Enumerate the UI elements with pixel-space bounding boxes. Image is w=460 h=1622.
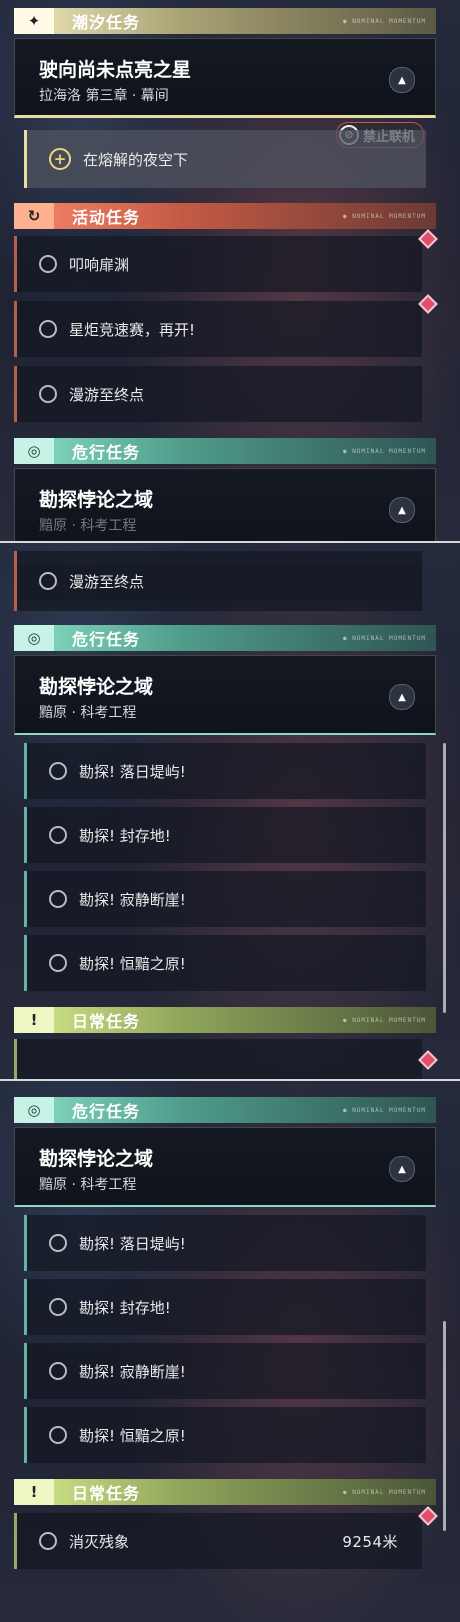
- activity-quest-row[interactable]: 漫游至终点: [14, 551, 422, 611]
- category-label: 危行任务: [72, 443, 141, 462]
- refresh-icon: ↻: [14, 203, 54, 229]
- category-tag: ● NOMINAL MOMENTUM: [342, 17, 426, 25]
- category-tag: ● NOMINAL MOMENTUM: [342, 1106, 426, 1114]
- quest-subtitle: 黯原 · 科考工程: [39, 705, 137, 721]
- quest-title: 驶向尚未点亮之星: [39, 59, 192, 81]
- danger-objective-row[interactable]: 勘探! 寂静断崖!: [24, 871, 426, 927]
- objective-label: 勘探! 落日堤屿!: [79, 762, 186, 781]
- category-tag: ● NOMINAL MOMENTUM: [342, 1016, 426, 1024]
- danger-quest-card[interactable]: 勘探悖论之域 黯原 · 科考工程 ▲: [14, 468, 436, 541]
- danger-objective-row[interactable]: 勘探! 恒黯之原!: [24, 935, 426, 991]
- objective-label: 勘探! 寂静断崖!: [79, 1362, 186, 1381]
- category-label: 日常任务: [72, 1012, 141, 1031]
- category-header-activity[interactable]: ↻ 活动任务 ● NOMINAL MOMENTUM: [14, 203, 436, 229]
- danger-objective-row[interactable]: 勘探! 寂静断崖!: [24, 1343, 426, 1399]
- objective-label: 勘探! 落日堤屿!: [79, 1234, 186, 1253]
- objective-label: 勘探! 封存地!: [79, 826, 171, 845]
- objective-label: 勘探! 恒黯之原!: [79, 1426, 186, 1445]
- category-header-danger[interactable]: ◎ 危行任务 ● NOMINAL MOMENTUM: [14, 625, 436, 651]
- category-tag: ● NOMINAL MOMENTUM: [342, 634, 426, 642]
- tide-quest-card[interactable]: 驶向尚未点亮之星 拉海洛 第三章 · 幕间 ▲: [14, 38, 436, 118]
- category-header-danger[interactable]: ◎ 危行任务 ● NOMINAL MOMENTUM: [14, 438, 436, 464]
- target-icon: ◎: [14, 625, 54, 651]
- category-header-daily[interactable]: ! 日常任务 ● NOMINAL MOMENTUM: [14, 1007, 436, 1033]
- quest-panel-bottom: ◎ 危行任务 ● NOMINAL MOMENTUM 勘探悖论之域 黯原 · 科考…: [0, 1079, 460, 1622]
- quest-subtitle: 黯原 · 科考工程: [39, 518, 137, 534]
- circle-icon: [39, 255, 57, 273]
- category-label: 日常任务: [72, 1484, 141, 1503]
- sparkle-icon: ✦: [14, 8, 54, 34]
- add-circle-icon: +: [49, 148, 71, 170]
- category-tag: ● NOMINAL MOMENTUM: [342, 1488, 426, 1496]
- circle-icon: [49, 1362, 67, 1380]
- quest-title: 勘探悖论之域: [39, 1148, 154, 1170]
- quest-label: 漫游至终点: [69, 572, 145, 591]
- category-tag: ● NOMINAL MOMENTUM: [342, 212, 426, 220]
- objective-label: 勘探! 恒黯之原!: [79, 954, 186, 973]
- circle-icon: [49, 1298, 67, 1316]
- objective-label: 在熔解的夜空下: [83, 150, 189, 169]
- quest-label: 叩响扉渊: [69, 255, 130, 274]
- activity-quest-row[interactable]: 叩响扉渊: [14, 236, 422, 292]
- activity-quest-row[interactable]: 漫游至终点: [14, 366, 422, 422]
- collapse-arrow-icon[interactable]: ▲: [389, 497, 415, 523]
- daily-quest-row-partial[interactable]: [14, 1039, 422, 1081]
- circle-icon: [39, 1532, 57, 1550]
- circle-icon: [49, 954, 67, 972]
- danger-quest-card[interactable]: 勘探悖论之域 黯原 · 科考工程 ▲: [14, 655, 436, 735]
- danger-objective-row[interactable]: 勘探! 恒黯之原!: [24, 1407, 426, 1463]
- circle-icon: [39, 320, 57, 338]
- category-label: 危行任务: [72, 630, 141, 649]
- activity-quest-row[interactable]: 星炬竞速赛，再开!: [14, 301, 422, 357]
- danger-quest-card[interactable]: 勘探悖论之域 黯原 · 科考工程 ▲: [14, 1127, 436, 1207]
- tide-objective-row[interactable]: + 在熔解的夜空下: [24, 130, 426, 188]
- circle-icon: [49, 1234, 67, 1252]
- circle-icon: [49, 826, 67, 844]
- scrollbar[interactable]: [443, 1321, 446, 1531]
- category-label: 活动任务: [72, 208, 141, 227]
- scrollbar[interactable]: [443, 743, 446, 1013]
- daily-quest-row[interactable]: 消灭残象 9254米: [14, 1513, 422, 1569]
- quest-title: 勘探悖论之域: [39, 676, 154, 698]
- quest-label: 漫游至终点: [69, 385, 145, 404]
- danger-objective-row[interactable]: 勘探! 封存地!: [24, 1279, 426, 1335]
- danger-objective-row[interactable]: 勘探! 落日堤屿!: [24, 743, 426, 799]
- quest-title: 勘探悖论之域: [39, 489, 154, 511]
- exclamation-icon: !: [14, 1479, 54, 1505]
- objective-label: 勘探! 寂静断崖!: [79, 890, 186, 909]
- quest-label: 消灭残象: [69, 1532, 130, 1551]
- quest-subtitle: 拉海洛 第三章 · 幕间: [39, 88, 169, 104]
- danger-objective-row[interactable]: 勘探! 落日堤屿!: [24, 1215, 426, 1271]
- danger-objective-row[interactable]: 勘探! 封存地!: [24, 807, 426, 863]
- circle-icon: [39, 572, 57, 590]
- category-label: 潮汐任务: [72, 13, 141, 32]
- circle-icon: [49, 1426, 67, 1444]
- collapse-arrow-icon[interactable]: ▲: [389, 1156, 415, 1182]
- category-label: 危行任务: [72, 1102, 141, 1121]
- quest-panel-middle: 漫游至终点 ◎ 危行任务 ● NOMINAL MOMENTUM 勘探悖论之域 黯…: [0, 541, 460, 1081]
- circle-icon: [49, 762, 67, 780]
- collapse-arrow-icon[interactable]: ▲: [389, 67, 415, 93]
- category-header-danger[interactable]: ◎ 危行任务 ● NOMINAL MOMENTUM: [14, 1097, 436, 1123]
- category-tag: ● NOMINAL MOMENTUM: [342, 447, 426, 455]
- quest-panel-top: ✦ 潮汐任务 ● NOMINAL MOMENTUM 驶向尚未点亮之星 拉海洛 第…: [0, 0, 460, 541]
- objective-label: 勘探! 封存地!: [79, 1298, 171, 1317]
- collapse-arrow-icon[interactable]: ▲: [389, 684, 415, 710]
- exclamation-icon: !: [14, 1007, 54, 1033]
- category-header-daily[interactable]: ! 日常任务 ● NOMINAL MOMENTUM: [14, 1479, 436, 1505]
- category-header-tide[interactable]: ✦ 潮汐任务 ● NOMINAL MOMENTUM: [14, 8, 436, 34]
- target-icon: ◎: [14, 438, 54, 464]
- circle-icon: [49, 890, 67, 908]
- circle-icon: [39, 385, 57, 403]
- quest-subtitle: 黯原 · 科考工程: [39, 1177, 137, 1193]
- target-icon: ◎: [14, 1097, 54, 1123]
- quest-label: 星炬竞速赛，再开!: [69, 320, 196, 339]
- distance-label: 9254米: [342, 1532, 398, 1551]
